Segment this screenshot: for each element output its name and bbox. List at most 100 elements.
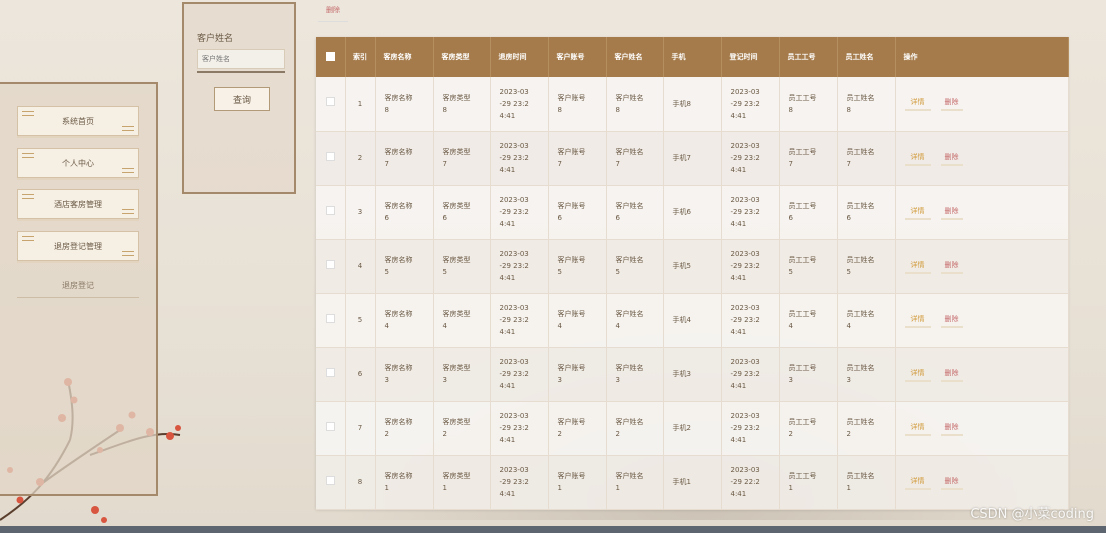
search-button[interactable]: 查询 bbox=[214, 87, 270, 111]
ornament-icon bbox=[122, 251, 134, 256]
table-row[interactable]: 6 客房名称 3 客房类型 3 2023-03 -29 23:2 4:41 客户账号 3… bbox=[316, 347, 1069, 402]
actions-cell: 详情 删除 bbox=[895, 131, 1069, 186]
account-cell: 客户账号 8 bbox=[548, 77, 607, 132]
search-panel: 客户姓名 查询 bbox=[182, 2, 296, 194]
row-checkbox[interactable] bbox=[325, 151, 335, 161]
name-cell: 客户姓名 6 bbox=[606, 185, 664, 240]
column-header: 退房时间 bbox=[490, 37, 549, 77]
detail-button[interactable]: 详情 bbox=[904, 96, 931, 112]
delete-button[interactable]: 删除 bbox=[940, 313, 963, 328]
detail-button[interactable]: 详情 bbox=[904, 475, 931, 490]
phone-cell: 手机8 bbox=[663, 77, 722, 132]
select-all-checkbox[interactable] bbox=[325, 51, 335, 61]
detail-button[interactable]: 详情 bbox=[904, 151, 931, 166]
sidebar-item-label: 退房登记管理 bbox=[54, 241, 102, 251]
sidebar-subitem-checkout-register[interactable]: 退房登记 bbox=[17, 280, 139, 298]
column-header: 手机 bbox=[663, 37, 722, 77]
actions-cell: 详情 删除 bbox=[895, 401, 1069, 456]
row-select-cell bbox=[316, 131, 346, 186]
room-name-cell: 客房名称 6 bbox=[375, 185, 434, 240]
row-select-cell bbox=[316, 239, 346, 294]
row-checkbox[interactable] bbox=[325, 421, 335, 431]
staff-no-cell: 员工工号 6 bbox=[779, 185, 838, 240]
delete-button[interactable]: 删除 bbox=[940, 205, 963, 220]
sidebar-item-room-management[interactable]: 酒店客房管理 bbox=[17, 189, 139, 219]
bottom-strip bbox=[0, 526, 1106, 533]
table-row[interactable]: 8 客房名称 1 客房类型 1 2023-03 -29 23:2 4:41 客户账号 1… bbox=[316, 455, 1069, 510]
detail-button[interactable]: 详情 bbox=[904, 259, 931, 274]
room-name-cell: 客房名称 1 bbox=[375, 455, 434, 510]
sidebar-item-label: 个人中心 bbox=[62, 158, 94, 168]
staff-name-cell: 员工姓名 5 bbox=[837, 239, 896, 294]
row-select-cell bbox=[316, 293, 346, 348]
ornament-icon bbox=[122, 209, 134, 214]
row-checkbox[interactable] bbox=[325, 313, 335, 323]
column-header: 客户账号 bbox=[548, 37, 607, 77]
column-header: 登记时间 bbox=[721, 37, 780, 77]
row-select-cell bbox=[316, 185, 346, 240]
row-checkbox[interactable] bbox=[325, 367, 335, 377]
reg-time-cell: 2023-03 -29 23:2 4:41 bbox=[721, 185, 780, 240]
watermark: CSDN @小菜coding bbox=[970, 507, 1094, 522]
table-row[interactable]: 4 客房名称 5 客房类型 5 2023-03 -29 23:2 4:41 客户账号 5… bbox=[316, 239, 1069, 294]
room-name-cell: 客房名称 2 bbox=[375, 401, 434, 456]
sidebar-item-label: 系统首页 bbox=[62, 116, 94, 126]
reg-time-cell: 2023-03 -29 23:2 4:41 bbox=[721, 239, 780, 294]
ornament-icon bbox=[122, 168, 134, 173]
table-row[interactable]: 2 客房名称 7 客房类型 7 2023-03 -29 23:2 4:41 客户账号 7… bbox=[316, 131, 1069, 186]
account-cell: 客户账号 3 bbox=[548, 347, 607, 402]
column-header: 操作 bbox=[895, 37, 1069, 77]
name-cell: 客户姓名 8 bbox=[606, 77, 664, 132]
staff-no-cell: 员工工号 3 bbox=[779, 347, 838, 402]
staff-name-cell: 员工姓名 1 bbox=[837, 455, 896, 510]
staff-name-cell: 员工姓名 3 bbox=[837, 347, 896, 402]
actions-cell: 详情 删除 bbox=[895, 239, 1069, 294]
checkout-time-cell: 2023-03 -29 23:2 4:41 bbox=[490, 131, 549, 186]
phone-cell: 手机4 bbox=[663, 293, 722, 348]
detail-button[interactable]: 详情 bbox=[904, 421, 931, 436]
row-select-cell bbox=[316, 347, 346, 402]
delete-button[interactable]: 删除 bbox=[940, 475, 963, 490]
column-header: 客房名称 bbox=[375, 37, 434, 77]
room-type-cell: 客房类型 7 bbox=[433, 131, 491, 186]
reg-time-cell: 2023-03 -29 23:2 4:41 bbox=[721, 347, 780, 402]
detail-button[interactable]: 详情 bbox=[904, 367, 931, 382]
row-checkbox[interactable] bbox=[325, 475, 335, 485]
delete-button[interactable]: 删除 bbox=[940, 259, 963, 274]
staff-name-cell: 员工姓名 4 bbox=[837, 293, 896, 348]
index-cell: 5 bbox=[345, 293, 376, 348]
search-input[interactable] bbox=[197, 49, 285, 69]
table-row[interactable]: 3 客房名称 6 客房类型 6 2023-03 -29 23:2 4:41 客户账号 6… bbox=[316, 185, 1069, 240]
sidebar-item-home[interactable]: 系统首页 bbox=[17, 106, 139, 136]
row-checkbox[interactable] bbox=[325, 259, 335, 269]
index-cell: 4 bbox=[345, 239, 376, 294]
delete-button[interactable]: 删除 bbox=[940, 96, 963, 112]
actions-cell: 详情 删除 bbox=[895, 293, 1069, 348]
select-all-header bbox=[316, 37, 346, 77]
table-row[interactable]: 1 客房名称 8 客房类型 8 2023-03 -29 23:2 4:41 客户账号 8… bbox=[316, 77, 1069, 132]
phone-cell: 手机7 bbox=[663, 131, 722, 186]
row-checkbox[interactable] bbox=[325, 205, 335, 215]
table-row[interactable]: 5 客房名称 4 客房类型 4 2023-03 -29 23:2 4:41 客户账号 4… bbox=[316, 293, 1069, 348]
delete-button[interactable]: 删除 bbox=[940, 421, 963, 436]
bulk-delete-button[interactable]: 删除 bbox=[318, 5, 348, 22]
checkout-time-cell: 2023-03 -29 23:2 4:41 bbox=[490, 239, 549, 294]
index-cell: 1 bbox=[345, 77, 376, 132]
table-header-row: 索引 客房名称 客房类型 退房时间 客户账号 客户姓名 手机 登记时间 员工工号… bbox=[316, 37, 1069, 77]
ornament-icon bbox=[22, 111, 34, 116]
sidebar-item-checkout-management[interactable]: 退房登记管理 bbox=[17, 231, 139, 261]
sidebar-item-personal-center[interactable]: 个人中心 bbox=[17, 148, 139, 178]
index-cell: 8 bbox=[345, 455, 376, 510]
table-row[interactable]: 7 客房名称 2 客房类型 2 2023-03 -29 23:2 4:41 客户账号 2… bbox=[316, 401, 1069, 456]
index-cell: 3 bbox=[345, 185, 376, 240]
detail-button[interactable]: 详情 bbox=[904, 313, 931, 328]
actions-cell: 详情 删除 bbox=[895, 77, 1069, 132]
row-checkbox[interactable] bbox=[325, 97, 335, 107]
room-name-cell: 客房名称 7 bbox=[375, 131, 434, 186]
delete-button[interactable]: 删除 bbox=[940, 151, 963, 166]
detail-button[interactable]: 详情 bbox=[904, 205, 931, 220]
account-cell: 客户账号 2 bbox=[548, 401, 607, 456]
name-cell: 客户姓名 7 bbox=[606, 131, 664, 186]
column-header: 客户姓名 bbox=[606, 37, 664, 77]
delete-button[interactable]: 删除 bbox=[940, 367, 963, 382]
